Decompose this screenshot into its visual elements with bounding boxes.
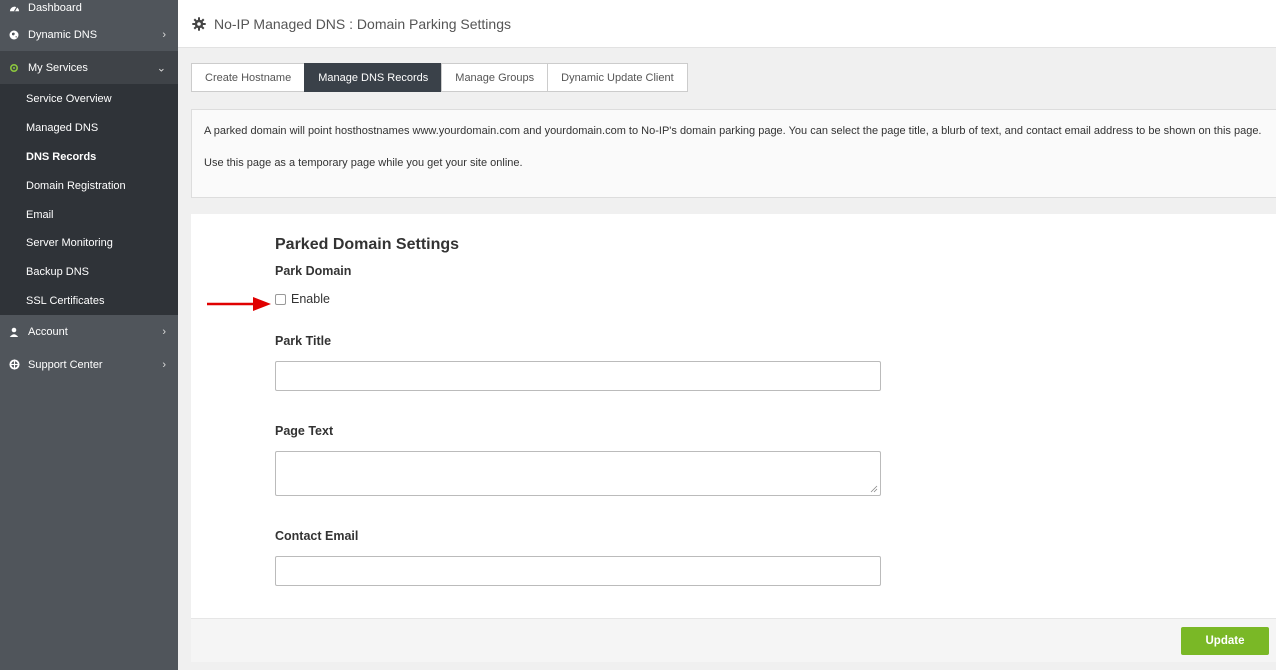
settings-panel: Parked Domain Settings Park Domain Enabl… [191, 214, 1276, 618]
sidebar-subitem-service-overview[interactable]: Service Overview [0, 85, 178, 114]
gear-icon [192, 16, 206, 31]
info-box: A parked domain will point hosthostnames… [191, 109, 1276, 198]
sidebar-subitem-domain-registration[interactable]: Domain Registration [0, 171, 178, 200]
chevron-right-icon: › [162, 358, 166, 371]
form-footer: Update [191, 618, 1276, 662]
arrow-annotation-icon [207, 297, 271, 311]
gear-icon [8, 62, 20, 74]
sidebar-item-support-center[interactable]: Support Center › [0, 348, 178, 381]
dashboard-icon [8, 2, 20, 14]
page-text-label: Page Text [275, 424, 334, 438]
enable-label[interactable]: Enable [291, 292, 330, 306]
tab-create-hostname[interactable]: Create Hostname [191, 63, 306, 92]
page-header: No-IP Managed DNS : Domain Parking Setti… [178, 0, 1276, 48]
sidebar-item-dashboard[interactable]: Dashboard [0, 0, 178, 18]
sidebar-subitem-ssl-certificates[interactable]: SSL Certificates [0, 287, 178, 316]
sidebar-subitem-email[interactable]: Email [0, 200, 178, 229]
tab-bar: Create Hostname Manage DNS Records Manag… [191, 63, 688, 92]
sidebar-item-label: Dashboard [28, 2, 82, 14]
sidebar-item-label: Dynamic DNS [28, 28, 98, 41]
sidebar-submenu: Service Overview Managed DNS DNS Records… [0, 84, 178, 316]
user-icon [8, 326, 20, 338]
sidebar: Dashboard Dynamic DNS › My Services ⌄ Se… [0, 0, 178, 670]
tab-manage-dns-records[interactable]: Manage DNS Records [304, 63, 443, 92]
parked-domain-form: Parked Domain Settings Park Domain Enabl… [275, 236, 881, 586]
sidebar-item-account[interactable]: Account › [0, 315, 178, 348]
page-title: No-IP Managed DNS : Domain Parking Setti… [214, 15, 511, 32]
globe-icon [8, 29, 20, 41]
chevron-right-icon: › [162, 28, 166, 41]
chevron-right-icon: › [162, 325, 166, 338]
park-title-label: Park Title [275, 334, 332, 348]
resize-grip-icon[interactable] [870, 485, 878, 493]
enable-row: Enable [275, 292, 881, 306]
info-text: Use this page as a temporary page while … [204, 157, 523, 169]
sidebar-item-label: Account [28, 325, 68, 338]
sidebar-subitem-server-monitoring[interactable]: Server Monitoring [0, 229, 178, 258]
contact-email-label: Contact Email [275, 529, 359, 543]
info-text: A parked domain will point hosthostnames… [204, 125, 1262, 137]
sidebar-item-label: My Services [28, 61, 88, 74]
sidebar-subitem-backup-dns[interactable]: Backup DNS [0, 258, 178, 287]
form-heading: Parked Domain Settings [275, 236, 460, 253]
park-domain-label: Park Domain [275, 264, 352, 278]
sidebar-subitem-managed-dns[interactable]: Managed DNS [0, 114, 178, 143]
tab-dynamic-update-client[interactable]: Dynamic Update Client [547, 63, 688, 92]
contact-email-input[interactable] [275, 556, 881, 586]
park-title-input[interactable] [275, 361, 881, 391]
sidebar-item-dynamic-dns[interactable]: Dynamic DNS › [0, 18, 178, 51]
sidebar-item-label: Support Center [28, 358, 103, 371]
chevron-down-icon: ⌄ [156, 62, 166, 74]
update-button[interactable]: Update [1181, 627, 1269, 655]
sidebar-item-my-services[interactable]: My Services ⌄ [0, 51, 178, 84]
lifebuoy-icon [8, 359, 20, 371]
sidebar-subitem-dns-records[interactable]: DNS Records [0, 143, 178, 172]
main-content: No-IP Managed DNS : Domain Parking Setti… [178, 0, 1276, 670]
tab-manage-groups[interactable]: Manage Groups [441, 63, 549, 92]
page-text-input[interactable] [275, 451, 881, 496]
enable-checkbox[interactable] [275, 293, 286, 305]
